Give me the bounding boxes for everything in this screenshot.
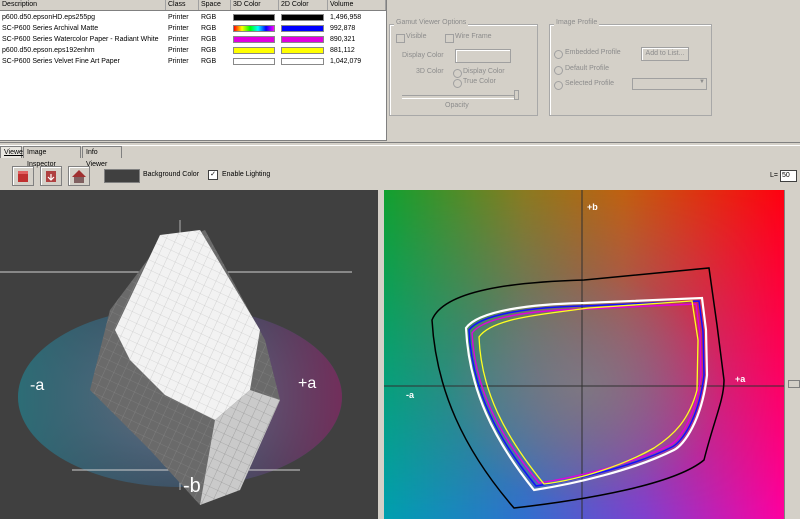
- default-profile-label: Default Profile: [565, 65, 609, 72]
- display-color-radio-label: Display Color: [463, 68, 505, 75]
- label-neg-a: -a: [30, 377, 44, 394]
- cube-icon: [18, 171, 28, 182]
- cell-class: Printer: [168, 25, 189, 32]
- table-header: Description Class Space 3D Color 2D Colo…: [0, 0, 386, 11]
- wire-frame-label: Wire Frame: [455, 33, 492, 40]
- background-color-swatch[interactable]: [104, 169, 140, 183]
- gamut-options-title: Gamut Viewer Options: [394, 19, 469, 26]
- cell-description: SC-P600 Series Watercolor Paper - Radian…: [2, 36, 159, 43]
- background-color-label: Background Color: [143, 171, 200, 178]
- column-header-volume[interactable]: Volume: [328, 0, 386, 10]
- cell-2d-color-swatch[interactable]: [281, 47, 324, 54]
- label-pos-a-2d: +a: [735, 374, 746, 384]
- lightness-input[interactable]: 50: [780, 170, 797, 182]
- cube-button[interactable]: [12, 166, 34, 186]
- cell-class: Printer: [168, 36, 189, 43]
- color-3d-label: 3D Color: [416, 68, 444, 75]
- cell-volume: 1,042,079: [330, 58, 362, 65]
- ab-plane-neutral: [384, 190, 784, 519]
- table-row[interactable]: p600.d50.epsonHD.eps255pg Printer RGB 1,496…: [0, 12, 386, 23]
- enable-lighting-label: Enable Lighting: [222, 171, 271, 178]
- cell-space: RGB: [201, 36, 217, 43]
- display-color-button[interactable]: [455, 49, 511, 63]
- cell-2d-color-swatch[interactable]: [281, 36, 324, 43]
- gamut-2d-canvas[interactable]: +b -a +a: [384, 190, 784, 519]
- gamut-viewer-options-group: Gamut Viewer Options Visible Wire Frame …: [389, 19, 538, 116]
- cell-volume: 992,878: [330, 25, 356, 32]
- column-header-description[interactable]: Description: [0, 0, 166, 10]
- cell-description: SC-P600 Series Archival Matte: [2, 25, 99, 32]
- selected-profile-label: Selected Profile: [565, 80, 615, 87]
- export-button[interactable]: [40, 166, 62, 186]
- opacity-slider-thumb[interactable]: [514, 90, 519, 100]
- tab-image-inspector[interactable]: Image Inspector: [23, 146, 81, 168]
- label-pos-b: +b: [587, 202, 598, 212]
- house-icon: [72, 170, 86, 183]
- cell-volume: 1,496,958: [330, 14, 362, 21]
- add-to-list-button[interactable]: Add to List...: [641, 47, 689, 61]
- cell-3d-color-swatch[interactable]: [233, 36, 275, 43]
- image-profile-group: Image Profile Embedded Profile Add to Li…: [549, 19, 712, 116]
- cell-volume: 881,112: [330, 47, 355, 54]
- column-header-3d-color[interactable]: 3D Color: [231, 0, 279, 10]
- home-button[interactable]: [68, 166, 90, 186]
- cell-3d-color-swatch[interactable]: [233, 14, 275, 21]
- cell-class: Printer: [168, 47, 189, 54]
- cell-3d-color-swatch[interactable]: [233, 58, 275, 65]
- label-neg-a-2d: -a: [406, 390, 415, 400]
- gamut-3d-canvas[interactable]: -a +a -b: [0, 190, 378, 519]
- selected-profile-dropdown[interactable]: ▼: [632, 78, 707, 90]
- lightness-slider[interactable]: [784, 190, 800, 519]
- cell-2d-color-swatch[interactable]: [281, 25, 324, 32]
- visible-checkbox[interactable]: [396, 34, 405, 43]
- true-color-radio-label: True Color: [463, 78, 496, 85]
- enable-lighting-checkbox[interactable]: ✓: [208, 170, 218, 180]
- gamut-2d-view[interactable]: +b -a +a: [384, 190, 784, 519]
- gamut-3d-view[interactable]: -a +a -b: [0, 190, 378, 519]
- table-row[interactable]: SC-P600 Series Velvet Fine Art Paper Prin…: [0, 56, 386, 67]
- table-row[interactable]: SC-P600 Series Watercolor Paper - Radian…: [0, 34, 386, 45]
- lightness-slider-thumb[interactable]: [788, 380, 800, 388]
- chevron-down-icon: ▼: [699, 79, 705, 85]
- opacity-slider-track[interactable]: [402, 95, 516, 99]
- cell-description: p600.d50.epsonHD.eps255pg: [2, 14, 96, 21]
- visible-label: Visible: [406, 33, 427, 40]
- cell-description: SC-P600 Series Velvet Fine Art Paper: [2, 58, 120, 65]
- display-color-label: Display Color: [402, 52, 444, 59]
- embedded-profile-radio[interactable]: [554, 50, 563, 59]
- opacity-label: Opacity: [445, 102, 469, 109]
- tab-info-viewer[interactable]: Info Viewer: [82, 146, 122, 168]
- label-neg-b: -b: [183, 475, 201, 497]
- image-profile-title: Image Profile: [554, 19, 600, 26]
- selected-profile-radio[interactable]: [554, 81, 563, 90]
- cell-space: RGB: [201, 14, 217, 21]
- wire-frame-checkbox[interactable]: [445, 34, 454, 43]
- tab-viewer[interactable]: Viewer: [0, 146, 25, 158]
- cell-space: RGB: [201, 25, 217, 32]
- cell-class: Printer: [168, 14, 189, 21]
- cell-2d-color-swatch[interactable]: [281, 58, 324, 65]
- display-color-radio[interactable]: [453, 69, 462, 78]
- true-color-radio[interactable]: [453, 79, 462, 88]
- label-pos-a: +a: [298, 375, 316, 392]
- table-row[interactable]: p600.d50.epson.eps192enhm Printer RGB 881,1…: [0, 45, 386, 56]
- export-icon: [46, 171, 56, 182]
- column-header-class[interactable]: Class: [166, 0, 199, 10]
- cell-space: RGB: [201, 58, 217, 65]
- cell-class: Printer: [168, 58, 189, 65]
- cell-description: p600.d50.epson.eps192enhm: [2, 47, 95, 54]
- cell-space: RGB: [201, 47, 217, 54]
- default-profile-radio[interactable]: [554, 66, 563, 75]
- cell-3d-color-swatch[interactable]: [233, 25, 275, 32]
- column-header-space[interactable]: Space: [199, 0, 231, 10]
- embedded-profile-label: Embedded Profile: [565, 49, 621, 56]
- lightness-label: L=: [770, 172, 778, 179]
- profile-table: Description Class Space 3D Color 2D Colo…: [0, 0, 387, 141]
- table-row[interactable]: SC-P600 Series Archival Matte Printer RGB 9…: [0, 23, 386, 34]
- column-header-2d-color[interactable]: 2D Color: [279, 0, 328, 10]
- cell-2d-color-swatch[interactable]: [281, 14, 324, 21]
- cell-volume: 890,321: [330, 36, 356, 43]
- cell-3d-color-swatch[interactable]: [233, 47, 275, 54]
